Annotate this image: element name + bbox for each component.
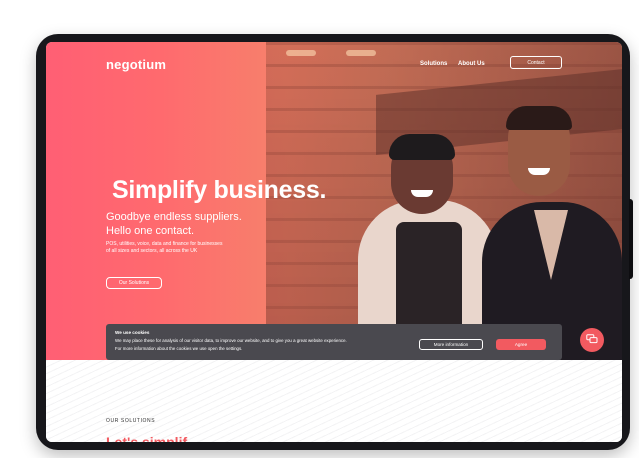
ceiling-lamp (286, 50, 316, 56)
cookie-banner-text-2: For more information about the cookies w… (115, 346, 243, 351)
chat-button[interactable] (580, 328, 604, 352)
solutions-section-heading: Let's simplif (106, 434, 188, 442)
businessman-hair (506, 106, 572, 130)
ceiling-lamp (346, 50, 376, 56)
hero-section: negotium Solutions About Us Contact Simp… (46, 42, 622, 360)
cookie-banner-title: We use cookies (115, 330, 150, 335)
hero-description-line1: POS, utilities, voice, data and finance … (106, 241, 223, 247)
site-logo[interactable]: negotium (106, 57, 166, 72)
businessman-smile (528, 168, 550, 175)
chat-bubble-icon (586, 331, 598, 349)
hero-description-line2: of all sizes and sectors, all across the… (106, 248, 198, 254)
contact-button[interactable]: Contact (510, 56, 562, 69)
chef-cap (389, 134, 455, 160)
hero-headline: Simplify business. (112, 176, 327, 204)
lower-section-pattern (46, 360, 622, 442)
nav-link-solutions[interactable]: Solutions (420, 61, 447, 67)
cookie-banner-text-1: We may place these for analysis of our v… (115, 338, 347, 343)
agree-button[interactable]: Agree (496, 339, 546, 350)
hero-subheadline: Goodbye endless suppliers. Hello one con… (106, 210, 306, 238)
cookie-banner: We use cookies We may place these for an… (106, 324, 562, 360)
hero-subheadline-line1: Goodbye endless suppliers. (106, 211, 242, 223)
website-screen: negotium Solutions About Us Contact Simp… (46, 42, 622, 442)
chef-smile (411, 190, 433, 197)
solutions-section-label: OUR SOLUTIONS (106, 418, 156, 424)
hero-subheadline-line2: Hello one contact. (106, 225, 195, 237)
tablet-side-button (629, 199, 633, 279)
hero-description: POS, utilities, voice, data and finance … (106, 241, 246, 255)
nav-link-about-us[interactable]: About Us (458, 61, 485, 67)
our-solutions-button[interactable]: Our Solutions (106, 277, 162, 289)
more-information-button[interactable]: More information (419, 339, 483, 350)
